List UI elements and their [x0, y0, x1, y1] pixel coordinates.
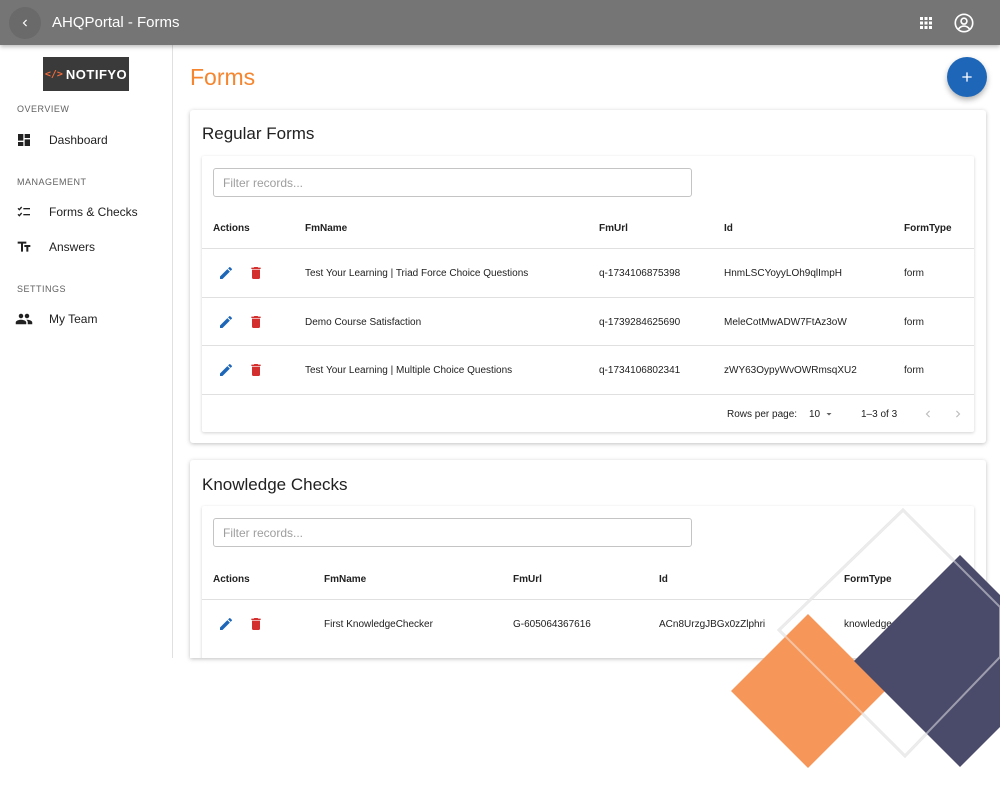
dashboard-icon [15, 131, 33, 149]
cell-fmurl: G-605064367616 [513, 618, 591, 630]
chevron-left-icon [925, 410, 930, 418]
cell-id: HnmLSCYoyyLOh9qlImpH [724, 267, 843, 279]
pencil-icon [220, 266, 233, 279]
column-header-actions: Actions [213, 223, 250, 234]
regular-forms-table: Actions FmName FmUrl Id FormType Test Yo… [202, 156, 974, 432]
sidebar-item-dashboard[interactable]: Dashboard [0, 125, 172, 155]
app-bar: AHQPortal - Forms [0, 0, 1000, 45]
sidebar-item-answers[interactable]: Answers [0, 232, 172, 262]
section-label-settings: SETTINGS [17, 284, 67, 294]
column-header-id[interactable]: Id [724, 223, 733, 234]
add-form-button[interactable] [947, 57, 987, 97]
rows-per-page-label: Rows per page: [727, 408, 798, 420]
filter-input[interactable] [213, 168, 692, 197]
pencil-icon [220, 315, 233, 328]
cell-fmname: Test Your Learning | Triad Force Choice … [305, 267, 529, 279]
column-header-fmname[interactable]: FmName [305, 223, 347, 234]
pencil-icon [220, 617, 233, 630]
table-row: Test Your Learning | Triad Force Choice … [202, 248, 974, 296]
edit-button[interactable] [217, 361, 235, 379]
trash-icon [251, 618, 261, 630]
cell-formtype: knowledgecheck [844, 618, 918, 630]
text-fields-icon [15, 238, 33, 256]
chevron-left-icon [22, 19, 27, 26]
trash-icon [251, 364, 261, 376]
page-title: Forms [190, 64, 256, 90]
account-button[interactable] [952, 11, 976, 35]
filter-input[interactable] [213, 518, 692, 547]
table-row: Demo Course Satisfaction q-1739284625690… [202, 297, 974, 345]
section-label-overview: OVERVIEW [17, 104, 70, 114]
logo-text: NOTIFYO [65, 66, 128, 82]
delete-button[interactable] [247, 313, 265, 331]
delete-button[interactable] [247, 361, 265, 379]
checklist-icon [15, 203, 33, 221]
cell-fmurl: q-1739284625690 [599, 316, 681, 328]
cell-fmurl: q-1734106802341 [599, 364, 681, 376]
apps-button[interactable] [914, 11, 938, 35]
sidebar-item-forms-checks[interactable]: Forms & Checks [0, 197, 172, 227]
column-header-formtype[interactable]: FormType [904, 223, 952, 234]
column-header-id[interactable]: Id [659, 574, 668, 585]
knowledge-checks-card: Knowledge Checks Actions FmName FmUrl Id… [190, 460, 986, 658]
delete-button[interactable] [247, 264, 265, 282]
cell-formtype: form [904, 267, 924, 279]
knowledge-checks-table: Actions FmName FmUrl Id FormType First K… [202, 506, 974, 658]
sidebar-item-label: Dashboard [49, 133, 108, 147]
cell-formtype: form [904, 364, 924, 376]
cell-formtype: form [904, 316, 924, 328]
delete-button[interactable] [247, 615, 265, 633]
column-header-fmname[interactable]: FmName [324, 574, 366, 585]
sidebar-item-label: Forms & Checks [49, 205, 138, 219]
edit-button[interactable] [217, 264, 235, 282]
table-pagination: Rows per page: 10 1–3 of 3 [202, 394, 974, 432]
logo-code-icon: </> [44, 68, 63, 80]
cell-fmname: Demo Course Satisfaction [305, 316, 422, 328]
trash-icon [251, 267, 261, 279]
table-row: Test Your Learning | Multiple Choice Que… [202, 345, 974, 393]
rows-per-page-value: 10 [809, 408, 821, 420]
edit-button[interactable] [217, 313, 235, 331]
rows-per-page-select[interactable]: 10 [809, 395, 835, 433]
app-title: AHQPortal - Forms [52, 14, 180, 31]
sidebar-item-my-team[interactable]: My Team [0, 304, 172, 334]
column-header-actions: Actions [213, 574, 250, 585]
card-title: Regular Forms [202, 124, 315, 143]
people-icon [15, 310, 33, 328]
back-button[interactable] [9, 6, 41, 39]
apps-grid-icon [920, 16, 932, 29]
pencil-icon [220, 363, 233, 376]
section-label-management: MANAGEMENT [17, 177, 87, 187]
sidebar: </> NOTIFYO OVERVIEW Dashboard MANAGEMEN… [0, 45, 173, 658]
caret-down-icon [826, 413, 832, 416]
plus-icon [962, 72, 972, 82]
cell-id: zWY63OypyWvOWRmsqXU2 [724, 364, 857, 376]
previous-page-button[interactable] [919, 405, 937, 423]
pagination-range: 1–3 of 3 [861, 408, 898, 420]
column-header-fmurl[interactable]: FmUrl [599, 223, 628, 234]
regular-forms-card: Regular Forms Actions FmName FmUrl Id Fo… [190, 110, 986, 443]
sidebar-item-label: Answers [49, 240, 96, 254]
column-header-fmurl[interactable]: FmUrl [513, 574, 542, 585]
column-header-formtype[interactable]: FormType [844, 574, 892, 585]
card-title: Knowledge Checks [202, 475, 348, 494]
chevron-right-icon [956, 410, 961, 418]
cell-id: MeleCotMwADW7FtAz3oW [724, 316, 847, 328]
cell-fmname: First KnowledgeChecker [324, 618, 433, 630]
account-circle-icon [954, 12, 974, 33]
cell-id: ACn8UrzgJBGx0zZlphri [659, 618, 766, 630]
notifyo-logo[interactable]: </> NOTIFYO [43, 57, 129, 91]
trash-icon [251, 316, 261, 328]
cell-fmname: Test Your Learning | Multiple Choice Que… [305, 364, 513, 376]
cell-fmurl: q-1734106875398 [599, 267, 681, 279]
sidebar-item-label: My Team [49, 312, 98, 326]
edit-button[interactable] [217, 615, 235, 633]
table-row: First KnowledgeChecker G-605064367616 AC… [202, 599, 974, 647]
next-page-button[interactable] [949, 405, 967, 423]
